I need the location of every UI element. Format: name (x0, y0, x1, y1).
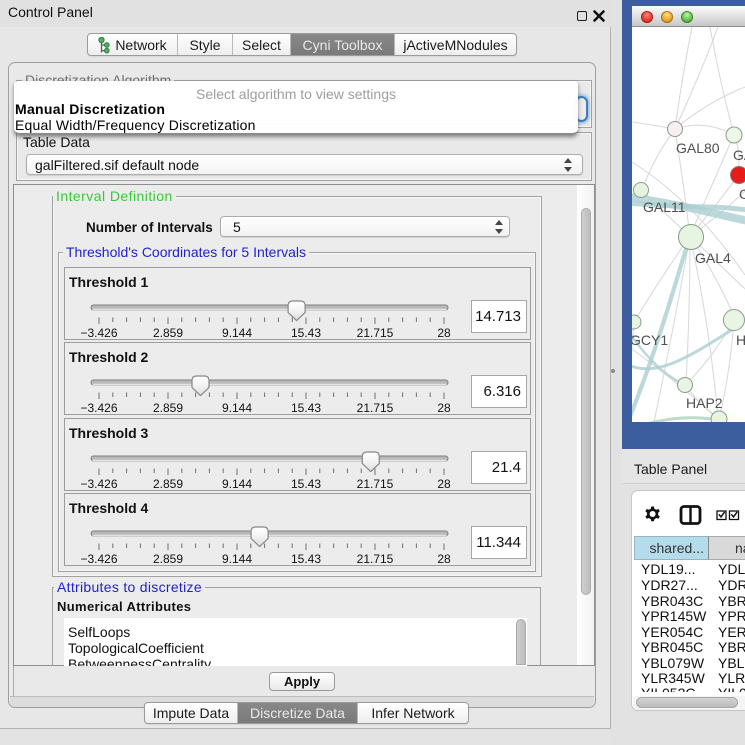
svg-text:15.43: 15.43 (291, 477, 321, 491)
svg-text:9.144: 9.144 (222, 477, 252, 491)
svg-text:GAL80: GAL80 (676, 140, 720, 156)
svg-text:C: C (739, 186, 745, 202)
svg-text:GAL4: GAL4 (695, 250, 731, 266)
svg-text:HAP2: HAP2 (686, 395, 723, 411)
svg-text:GA: GA (733, 147, 745, 163)
svg-text:21.715: 21.715 (357, 401, 394, 415)
svg-text:28: 28 (437, 326, 451, 340)
svg-text:21.715: 21.715 (357, 477, 394, 491)
svg-text:28: 28 (437, 552, 451, 566)
svg-text:21.715: 21.715 (357, 552, 394, 566)
svg-text:15.43: 15.43 (291, 401, 321, 415)
svg-text:9.144: 9.144 (222, 401, 252, 415)
svg-text:21.715: 21.715 (357, 326, 394, 340)
svg-text:28: 28 (437, 477, 451, 491)
svg-text:GAL11: GAL11 (643, 199, 686, 215)
svg-text:−3.426: −3.426 (80, 401, 117, 415)
svg-text:H: H (736, 332, 745, 348)
svg-text:9.144: 9.144 (222, 326, 252, 340)
svg-text:−3.426: −3.426 (80, 552, 117, 566)
svg-text:2.859: 2.859 (153, 326, 183, 340)
svg-text:28: 28 (437, 401, 451, 415)
svg-text:GCY1: GCY1 (632, 332, 668, 348)
svg-text:15.43: 15.43 (291, 552, 321, 566)
svg-text:9.144: 9.144 (222, 552, 252, 566)
svg-text:−3.426: −3.426 (80, 326, 117, 340)
svg-text:2.859: 2.859 (153, 552, 183, 566)
svg-text:2.859: 2.859 (153, 477, 183, 491)
svg-text:15.43: 15.43 (291, 326, 321, 340)
svg-text:2.859: 2.859 (153, 401, 183, 415)
svg-text:−3.426: −3.426 (80, 477, 117, 491)
